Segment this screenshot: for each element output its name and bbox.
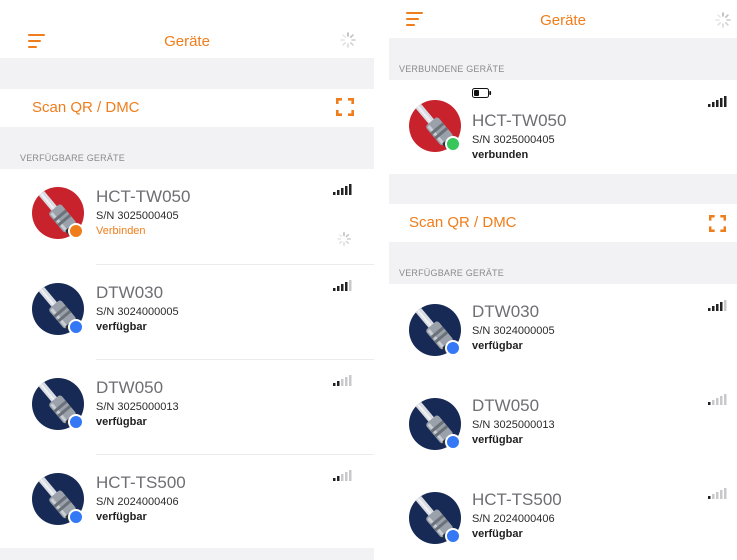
device-status: verfügbar (472, 434, 523, 446)
connecting-spinner-icon (337, 232, 351, 246)
signal-strength-icon (333, 470, 352, 481)
connected-section-header: VERBUNDENE GERÄTE (389, 38, 737, 80)
signal-strength-icon (708, 394, 727, 405)
bottom-spacer (0, 548, 374, 560)
signal-strength-icon (333, 184, 352, 195)
device-status: verfügbar (96, 321, 147, 333)
section-spacer (0, 58, 374, 89)
device-serial: S/N 3025000405 (96, 210, 179, 222)
qr-scan-icon[interactable] (709, 215, 726, 232)
status-dot-icon (68, 319, 84, 335)
section-header-available: VERFÜGBARE GERÄTE (20, 153, 125, 163)
scan-label: Scan QR / DMC (32, 99, 140, 116)
section-spacer (389, 174, 737, 204)
nav-bar: Geräte (0, 0, 374, 58)
battery-icon (472, 88, 492, 98)
device-name: HCT-TW050 (96, 187, 191, 206)
device-row[interactable]: HCT-TS500 S/N 2024000406 verfügbar (0, 455, 374, 548)
device-status: verfügbar (472, 528, 523, 540)
device-serial: S/N 3025000405 (472, 134, 555, 146)
status-dot-icon (68, 414, 84, 430)
spinner-icon (340, 32, 356, 48)
device-name: DTW050 (472, 396, 540, 415)
device-status: verfügbar (96, 416, 147, 428)
scan-row[interactable]: Scan QR / DMC (389, 204, 737, 242)
device-name: HCT-TW050 (472, 111, 567, 130)
device-row[interactable]: DTW050 S/N 3025000013 verfügbar (389, 378, 737, 472)
device-status[interactable]: Verbinden (96, 225, 146, 237)
status-dot-icon (445, 136, 461, 152)
status-dot-icon (445, 528, 461, 544)
device-serial: S/N 3025000013 (96, 401, 179, 413)
available-section-header: VERFÜGBARE GERÄTE (0, 127, 374, 169)
device-row[interactable]: DTW050 S/N 3025000013 verfügbar (0, 360, 374, 455)
device-serial: S/N 3024000005 (472, 325, 555, 337)
spinner-icon (715, 12, 731, 28)
device-row[interactable]: HCT-TW050 S/N 3025000405 verbunden (389, 80, 737, 174)
device-serial: S/N 2024000406 (96, 496, 179, 508)
status-dot-icon (445, 434, 461, 450)
device-name: HCT-TS500 (472, 490, 562, 509)
device-serial: S/N 3024000005 (96, 306, 179, 318)
right-screen: Geräte VERBUNDENE GERÄTE HCT-TW050 S/N 3… (389, 0, 737, 560)
page-title: Geräte (164, 33, 210, 50)
device-row[interactable]: HCT-TW050 S/N 3025000405 Verbinden (0, 169, 374, 265)
left-screen: Geräte Scan QR / DMC VERFÜGBARE GERÄTE H… (0, 0, 374, 560)
nav-bar: Geräte (389, 0, 737, 38)
device-serial: S/N 3025000013 (472, 419, 555, 431)
device-name: DTW030 (472, 302, 540, 321)
section-header-available: VERFÜGBARE GERÄTE (399, 268, 504, 278)
scan-row[interactable]: Scan QR / DMC (0, 89, 374, 127)
device-status: verfügbar (472, 340, 523, 352)
device-row[interactable]: DTW030 S/N 3024000005 verfügbar (0, 265, 374, 360)
device-serial: S/N 2024000406 (472, 513, 555, 525)
device-name: HCT-TS500 (96, 473, 186, 492)
signal-strength-icon (708, 96, 727, 107)
device-row[interactable]: DTW030 S/N 3024000005 verfügbar (389, 284, 737, 378)
signal-strength-icon (708, 300, 727, 311)
page-title: Geräte (540, 12, 586, 29)
section-header-connected: VERBUNDENE GERÄTE (399, 64, 505, 74)
signal-strength-icon (708, 488, 727, 499)
device-name: DTW050 (96, 378, 164, 397)
scan-label: Scan QR / DMC (409, 214, 517, 231)
qr-scan-icon[interactable] (336, 98, 354, 116)
available-section-header: VERFÜGBARE GERÄTE (389, 242, 737, 284)
status-dot-icon (445, 340, 461, 356)
device-name: DTW030 (96, 283, 164, 302)
device-status: verbunden (472, 149, 529, 161)
status-dot-icon (68, 223, 84, 239)
device-status: verfügbar (96, 511, 147, 523)
status-dot-icon (68, 509, 84, 525)
signal-strength-icon (333, 375, 352, 386)
device-row[interactable]: HCT-TS500 S/N 2024000406 verfügbar (389, 472, 737, 560)
signal-strength-icon (333, 280, 352, 291)
